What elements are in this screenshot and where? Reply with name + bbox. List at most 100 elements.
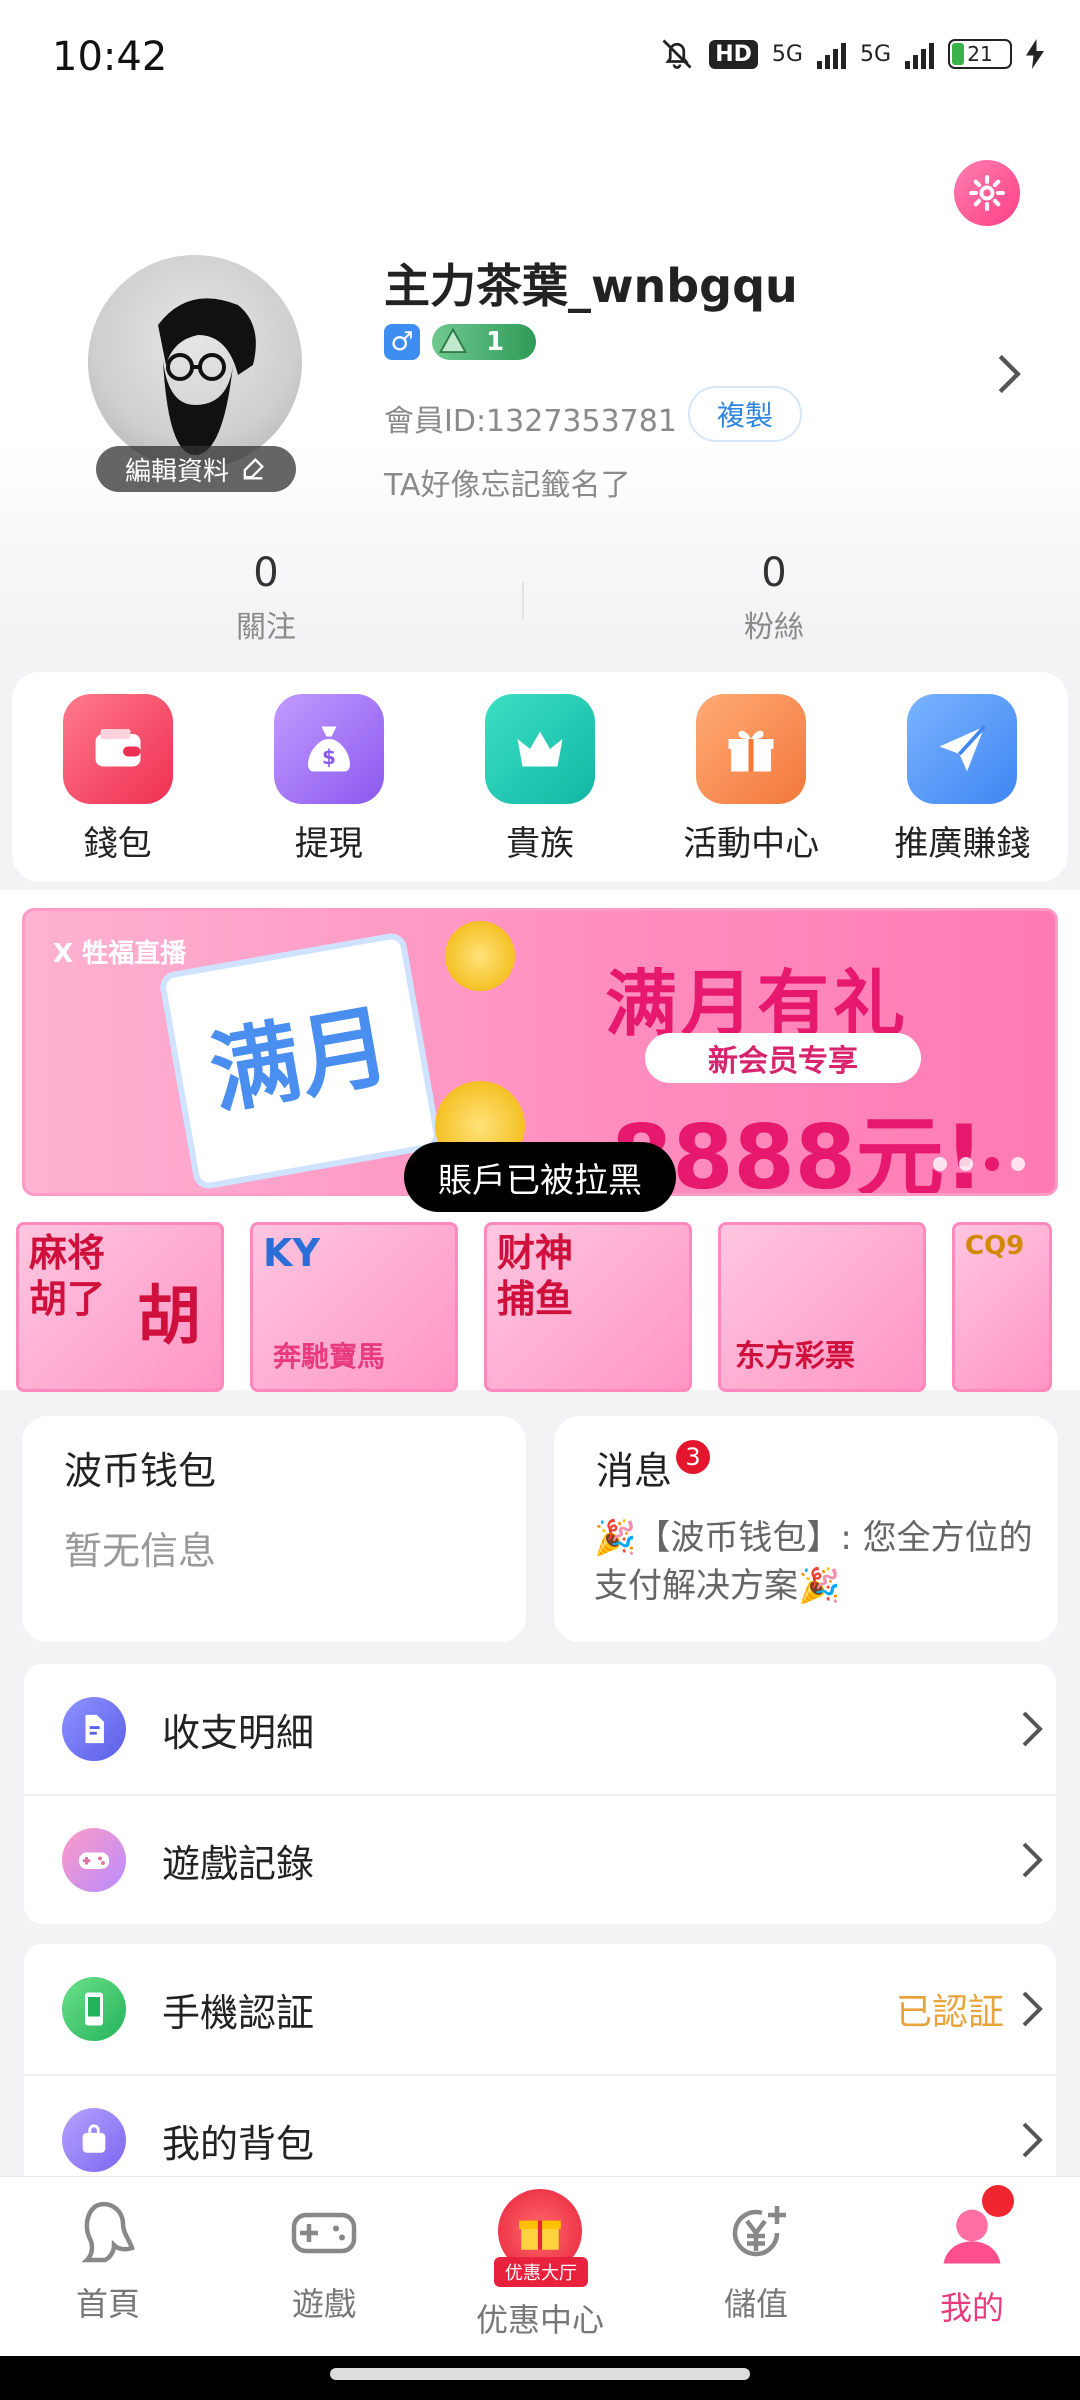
quick-label: 活動中心 — [683, 824, 820, 864]
chevron-right-icon — [1022, 1842, 1043, 1878]
nav-mine[interactable]: 我的 — [864, 2177, 1080, 2356]
user-badges: ♂ 1 — [384, 324, 536, 360]
game-tile-lottery[interactable]: 东方彩票 — [718, 1222, 926, 1392]
profile-section: 編輯資料 主力茶葉_wnbgqu ♂ 1 會員ID:1327353781 複製 … — [0, 120, 1080, 660]
message-badge: 3 — [676, 1440, 711, 1474]
row-label: 收支明細 — [162, 1710, 315, 1755]
signature: TA好像忘記籤名了 — [384, 468, 631, 503]
game-sub: 胡 — [137, 1280, 201, 1354]
game-title: 财神 捕鱼 — [497, 1231, 574, 1321]
toast-message: 賬戶已被拉黑 — [404, 1142, 676, 1212]
backpack-icon — [62, 2108, 126, 2172]
profile-chevron-right-icon[interactable] — [994, 352, 1024, 396]
gamepad-icon — [62, 1828, 126, 1892]
banner-dot-active — [985, 1157, 999, 1171]
paper-plane-icon — [907, 694, 1018, 804]
gear-icon — [969, 175, 1005, 211]
quick-item-noble[interactable]: 貴族 — [450, 694, 630, 882]
row-label: 我的背包 — [162, 2121, 315, 2166]
stat-divider — [522, 582, 524, 620]
promo-area: X 牲福直播 满月 满月有礼 新会员专享 8888元! 賬戶已被拉黑 麻将 胡了 … — [0, 890, 1080, 1392]
nickname: 主力茶葉_wnbgqu — [384, 259, 798, 313]
following-stat[interactable]: 0 關注 — [166, 550, 366, 646]
fans-stat[interactable]: 0 粉絲 — [674, 550, 874, 646]
edit-profile-button[interactable]: 編輯資料 — [96, 446, 296, 492]
level-badge: 1 — [432, 324, 536, 360]
quick-label: 貴族 — [505, 824, 574, 864]
battery-icon: 21 — [948, 39, 1012, 69]
gift-icon — [696, 694, 807, 804]
record-list: 收支明細 遊戲記錄 — [24, 1664, 1056, 1924]
hd-badge: HD — [709, 39, 758, 69]
quick-item-promote[interactable]: 推廣賺錢 — [872, 694, 1052, 882]
gender-male-icon: ♂ — [384, 324, 420, 360]
avatar[interactable] — [88, 255, 302, 469]
message-card[interactable]: 消息 3 🎉【波币钱包】: 您全方位的支付解决方案🎉 — [554, 1416, 1058, 1642]
member-id: 會員ID:1327353781 — [384, 404, 677, 439]
home-lady-icon — [81, 2201, 135, 2263]
copy-button[interactable]: 複製 — [688, 386, 802, 442]
nav-home[interactable]: 首頁 — [0, 2177, 216, 2356]
wallet-card[interactable]: 波币钱包 暂无信息 — [22, 1416, 526, 1642]
gamepad-icon — [291, 2212, 357, 2254]
edit-profile-label: 編輯資料 — [124, 456, 229, 487]
message-card-title: 消息 3 — [596, 1440, 711, 1495]
bell-muted-icon — [662, 39, 692, 69]
following-count: 0 — [253, 550, 279, 596]
level-number: 1 — [486, 327, 505, 357]
quick-label: 錢包 — [83, 824, 152, 864]
quick-item-withdraw[interactable]: $ 提現 — [239, 694, 419, 882]
edit-icon — [243, 458, 264, 480]
quick-label: 提現 — [294, 824, 363, 864]
settings-button[interactable] — [954, 160, 1020, 226]
game-tile-cq9[interactable]: CQ9 — [952, 1222, 1052, 1392]
game-tile-mahjong[interactable]: 麻将 胡了 胡 — [16, 1222, 224, 1392]
list-row-transactions[interactable]: 收支明細 — [24, 1664, 1056, 1794]
list-row-phone-verify[interactable]: 手機認証 已認証 — [24, 1944, 1056, 2074]
money-bag-icon: $ — [273, 694, 384, 804]
notification-dot — [982, 2185, 1014, 2217]
following-label: 關注 — [236, 610, 296, 645]
net-label-1: 5G — [771, 41, 803, 67]
nav-games[interactable]: 遊戲 — [216, 2177, 432, 2356]
coin-icon — [445, 921, 515, 991]
game-tile-fishing[interactable]: 财神 捕鱼 — [484, 1222, 692, 1392]
chevron-right-icon — [1022, 2122, 1043, 2158]
document-icon — [62, 1697, 126, 1761]
wallet-card-body: 暂无信息 — [64, 1529, 217, 1573]
banner-pagination — [933, 1157, 1025, 1171]
game-title: 麻将 胡了 — [29, 1231, 106, 1321]
status-time: 10:42 — [52, 34, 168, 80]
signal-icon-2 — [905, 39, 934, 69]
wallet-icon — [62, 694, 173, 804]
bottom-nav: 首頁 遊戲 优惠大厅 优惠中心 儲值 我的 — [0, 2176, 1080, 2356]
list-row-game-records[interactable]: 遊戲記錄 — [24, 1794, 1056, 1924]
game-title: CQ9 — [965, 1231, 1025, 1261]
gift-box-icon: 优惠大厅 — [494, 2189, 588, 2287]
chevron-right-icon — [1022, 1711, 1043, 1747]
banner-dot — [1011, 1157, 1025, 1171]
yen-plus-icon — [732, 2206, 786, 2257]
status-bar: 10:42 HD 5G 5G 21 — [0, 0, 1080, 120]
quick-item-wallet[interactable]: 錢包 — [28, 694, 208, 882]
level-emblem-icon — [438, 327, 468, 353]
fans-label: 粉絲 — [744, 610, 804, 645]
game-strip: 麻将 胡了 胡 KY 奔馳寶馬 财神 捕鱼 东方彩票 CQ9 — [16, 1222, 1052, 1392]
nav-recharge[interactable]: 儲值 — [648, 2177, 864, 2356]
nav-promotions[interactable]: 优惠大厅 优惠中心 — [432, 2177, 648, 2356]
game-tile-ky[interactable]: KY 奔馳寶馬 — [250, 1222, 458, 1392]
net-label-2: 5G — [859, 41, 891, 67]
charging-icon — [1026, 39, 1044, 69]
account-list: 手機認証 已認証 我的背包 — [24, 1944, 1056, 2204]
game-title: KY — [263, 1231, 320, 1275]
quick-label: 推廣賺錢 — [894, 824, 1031, 864]
svg-text:$: $ — [322, 745, 336, 769]
banner-dot — [959, 1157, 973, 1171]
home-indicator[interactable] — [330, 2368, 750, 2380]
quick-item-activity[interactable]: 活動中心 — [661, 694, 841, 882]
game-sub: 东方彩票 — [735, 1339, 855, 1374]
promo-tag: 优惠大厅 — [494, 2257, 588, 2287]
banner-brand: X 牲福直播 — [53, 939, 187, 969]
nav-label: 优惠中心 — [475, 2301, 604, 2339]
wallet-card-title: 波币钱包 — [64, 1449, 217, 1493]
